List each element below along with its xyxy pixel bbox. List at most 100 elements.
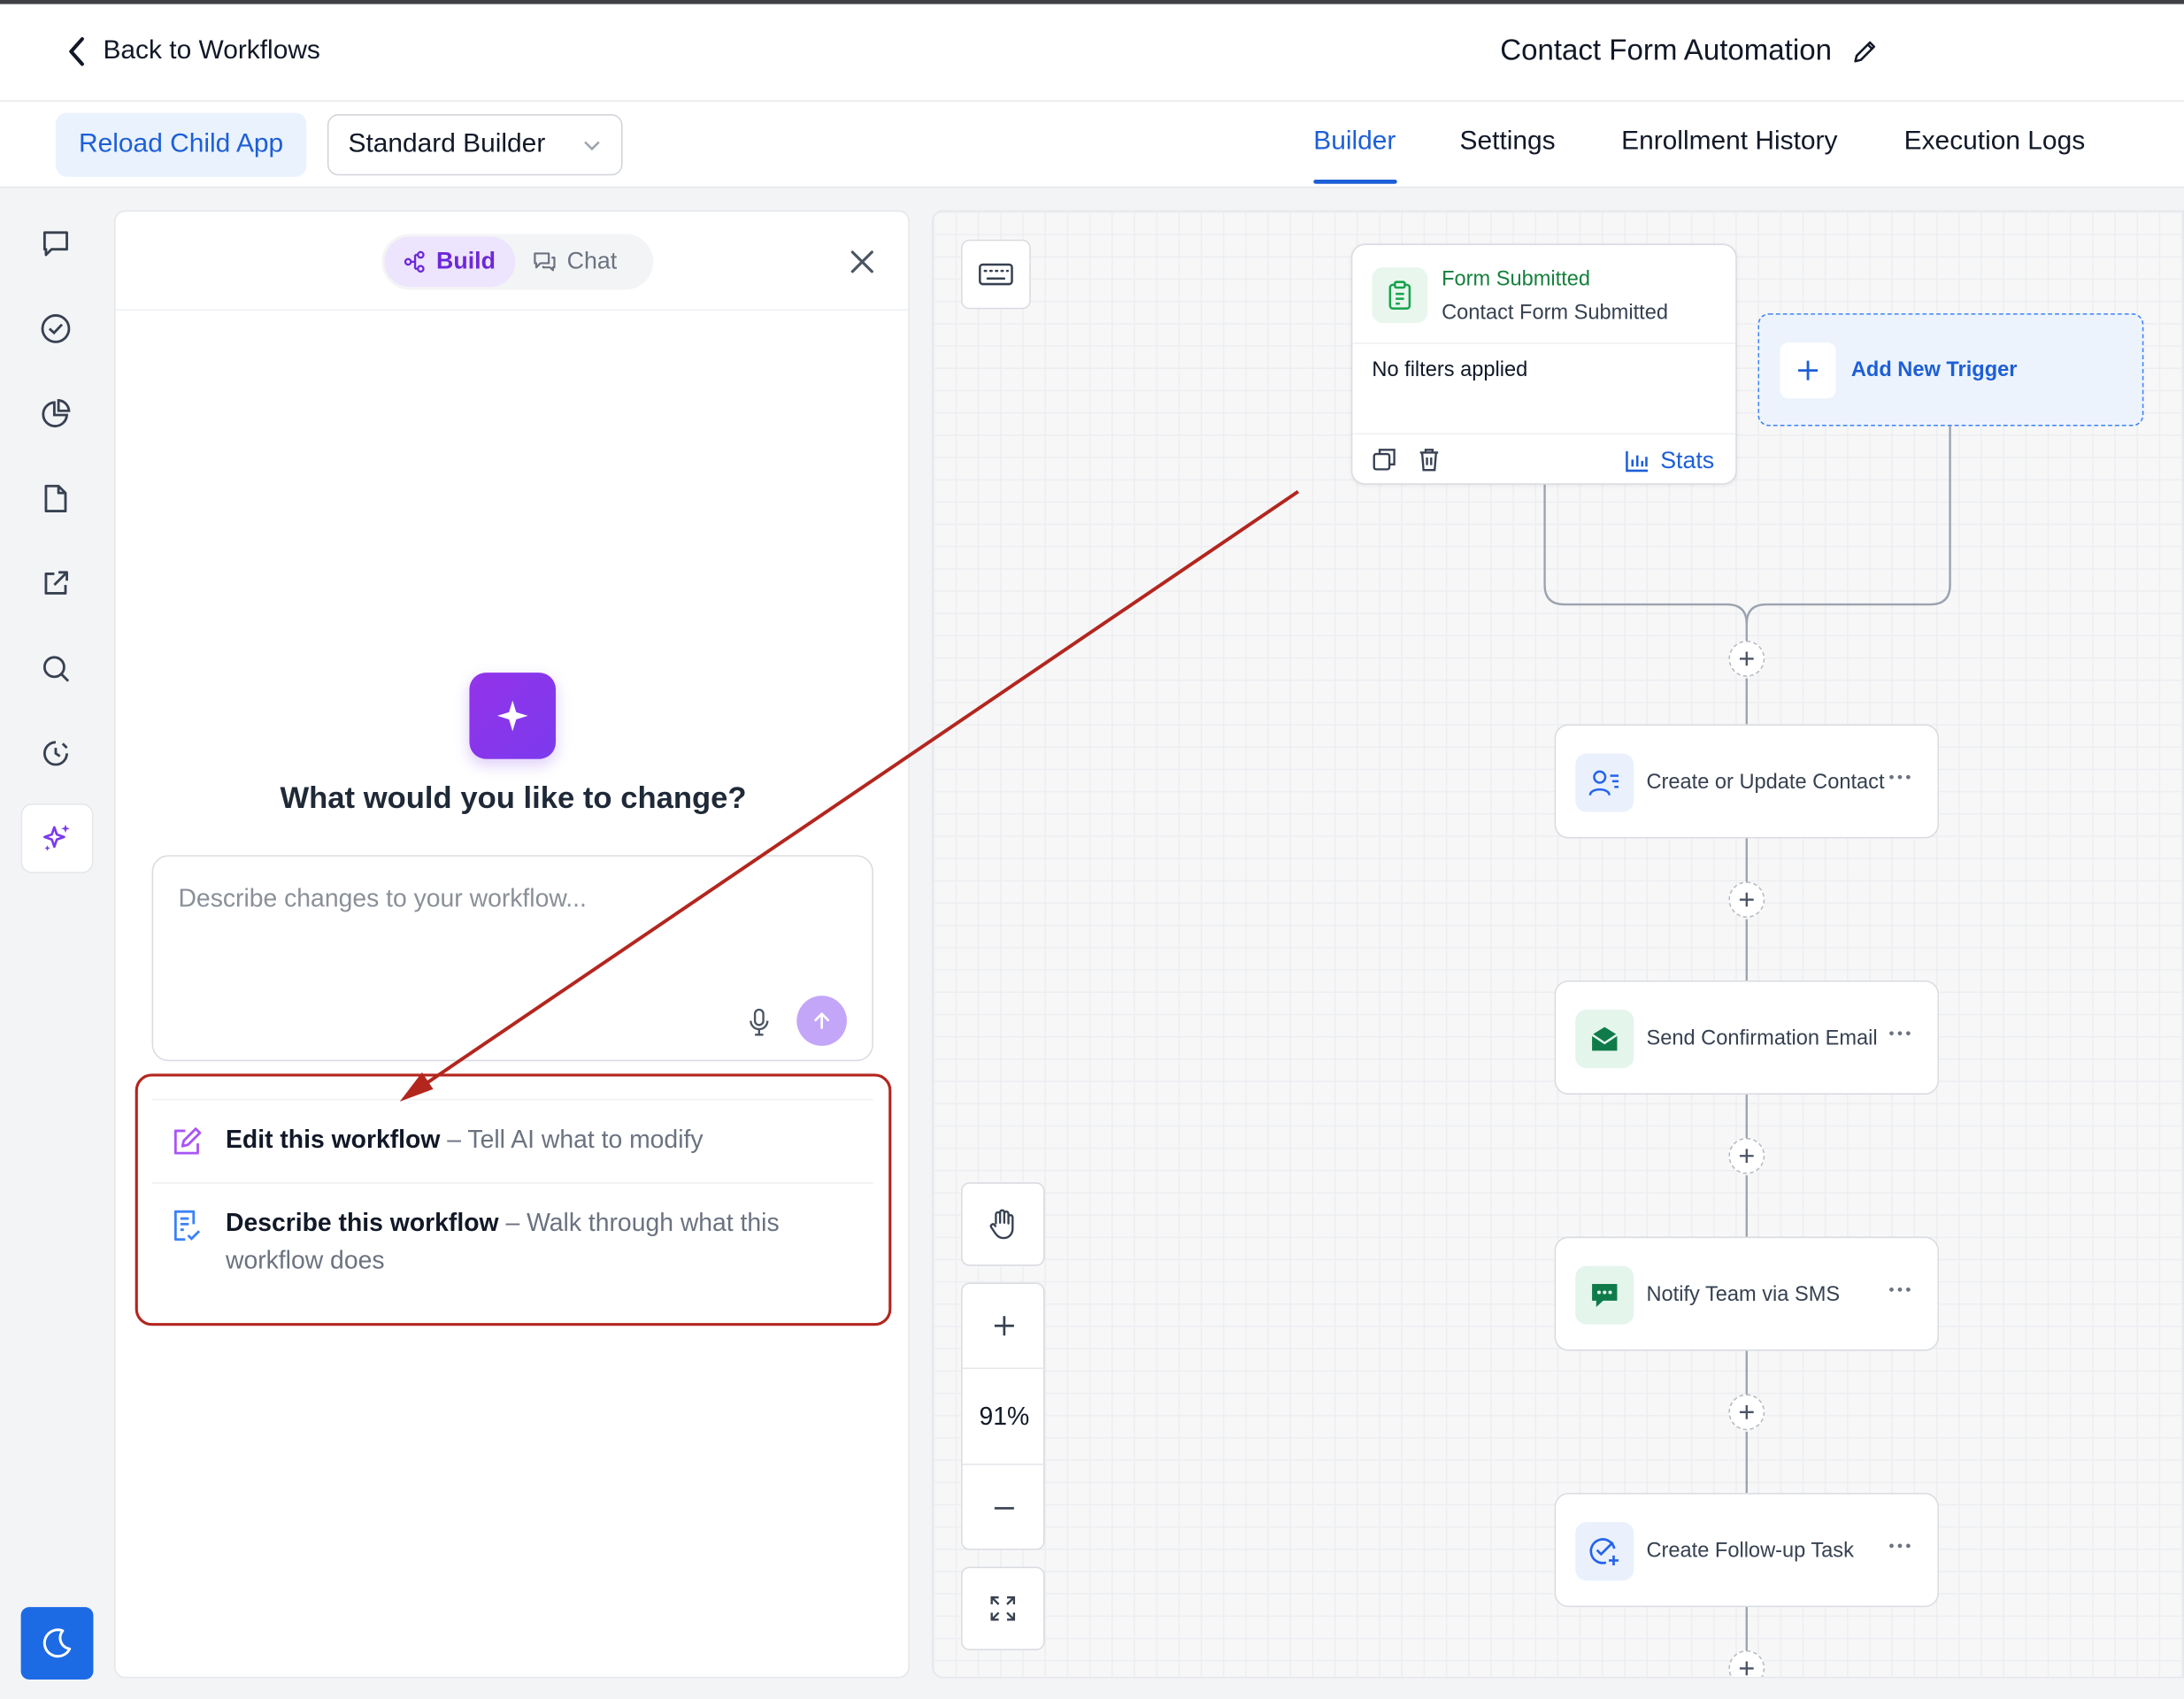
tab-builder[interactable]: Builder: [1313, 127, 1396, 158]
close-icon[interactable]: [845, 245, 879, 279]
expand-icon: [990, 1595, 1016, 1621]
plus-icon: [1739, 892, 1754, 907]
add-step-button[interactable]: [1728, 1137, 1765, 1174]
action-card-create-follow-up-task[interactable]: Create Follow-up Task: [1554, 1493, 1940, 1608]
chat-mode-tab[interactable]: Chat: [532, 237, 649, 288]
chat-bubble-icon[interactable]: [27, 216, 83, 272]
suggestion-describe-workflow[interactable]: Describe this workflow – Walk through wh…: [152, 1204, 863, 1288]
sms-icon: [1575, 1265, 1634, 1325]
add-step-button[interactable]: [1728, 881, 1765, 919]
add-new-trigger-label: Add New Trigger: [1850, 357, 2018, 382]
action-label: Notify Team via SMS: [1646, 1282, 1841, 1307]
sparkle-icon: [496, 700, 528, 732]
trash-icon[interactable]: [1418, 447, 1440, 472]
pan-mode-button[interactable]: [961, 1182, 1045, 1266]
ai-prompt-heading: What would you like to change?: [280, 780, 747, 815]
plus-icon: [1739, 1661, 1754, 1676]
chat-icon: [534, 252, 556, 272]
build-mode-tab[interactable]: Build: [384, 236, 516, 288]
ai-prompt-input[interactable]: [178, 884, 834, 982]
pie-chart-icon[interactable]: [27, 386, 83, 442]
action-card-notify-team-sms[interactable]: Notify Team via SMS: [1554, 1236, 1940, 1351]
action-card-create-update-contact[interactable]: Create or Update Contact: [1554, 724, 1940, 839]
add-new-trigger-button[interactable]: Add New Trigger: [1757, 313, 2144, 427]
tab-settings[interactable]: Settings: [1460, 127, 1556, 158]
action-label: Create or Update Contact: [1646, 770, 1885, 795]
zoom-level: 91%: [962, 1367, 1047, 1465]
builder-toolbar: Reload Child App Standard Builder Builde…: [0, 101, 2184, 188]
ai-prompt-box: [151, 855, 873, 1062]
flow-icon: [404, 250, 426, 273]
build-mode-label: Build: [436, 248, 496, 275]
left-sidebar: [0, 188, 112, 1699]
suggestion-desc: – Tell AI what to modify: [440, 1125, 704, 1154]
builder-mode-select[interactable]: Standard Builder: [327, 114, 623, 176]
trigger-name: Contact Form Submitted: [1442, 300, 1668, 325]
tab-execution-logs[interactable]: Execution Logs: [1904, 127, 2085, 158]
workflow-title-area: Contact Form Automation: [1500, 35, 1879, 68]
fit-to-screen-button[interactable]: [961, 1566, 1045, 1650]
pencil-edit-icon[interactable]: [1851, 37, 1879, 65]
action-card-send-confirmation-email[interactable]: Send Confirmation Email: [1554, 980, 1940, 1096]
suggestion-edit-workflow[interactable]: Edit this workflow – Tell AI what to mod…: [152, 1121, 863, 1196]
contact-icon: [1575, 753, 1634, 812]
external-link-icon[interactable]: [27, 556, 83, 611]
workflow-title: Contact Form Automation: [1500, 35, 1832, 67]
more-options-icon[interactable]: [1888, 773, 1912, 780]
trigger-divider: [1352, 433, 1736, 435]
more-options-icon[interactable]: [1888, 1541, 1912, 1549]
trigger-type: Form Submitted: [1442, 267, 1591, 291]
chevron-down-icon: [584, 141, 600, 151]
document-icon[interactable]: [27, 471, 83, 527]
ai-sparkles-icon[interactable]: [20, 803, 94, 873]
copy-icon[interactable]: [1372, 447, 1396, 472]
ai-sparkle-badge: [469, 673, 557, 759]
trigger-divider: [1352, 342, 1736, 344]
task-icon: [1575, 1522, 1634, 1581]
ai-assistant-panel: Build Chat What would you like to change…: [114, 210, 910, 1679]
stats-button[interactable]: Stats: [1624, 447, 1714, 474]
trigger-card[interactable]: Form Submitted Contact Form Submitted No…: [1350, 243, 1737, 485]
history-icon[interactable]: [27, 726, 83, 781]
microphone-icon[interactable]: [747, 1007, 772, 1038]
reload-child-app-button[interactable]: Reload Child App: [55, 112, 307, 177]
bar-chart-icon: [1626, 450, 1649, 473]
more-options-icon[interactable]: [1888, 1286, 1912, 1294]
search-icon[interactable]: [27, 641, 83, 696]
stats-label: Stats: [1660, 447, 1715, 474]
workflow-canvas[interactable]: Form Submitted Contact Form Submitted No…: [932, 210, 2184, 1679]
back-label: Back to Workflows: [103, 35, 320, 65]
add-step-button[interactable]: [1728, 640, 1765, 677]
mode-toggle: Build Chat: [381, 234, 654, 290]
suggestion-title: Describe this workflow: [225, 1209, 499, 1237]
ai-panel-header: Build Chat: [115, 211, 909, 311]
plus-icon: [1780, 342, 1836, 399]
suggestion-divider: [151, 1098, 873, 1101]
chat-mode-label: Chat: [566, 248, 618, 275]
more-options-icon[interactable]: [1888, 1029, 1912, 1037]
builder-mode-value: Standard Builder: [348, 129, 546, 159]
active-tab-indicator: [1313, 180, 1397, 184]
minus-icon: [994, 1507, 1014, 1510]
plus-icon: [1739, 651, 1754, 666]
add-step-button[interactable]: [1728, 1394, 1765, 1431]
zoom-in-button[interactable]: [963, 1284, 1046, 1367]
plus-icon: [1739, 1149, 1754, 1164]
hand-icon: [989, 1209, 1014, 1240]
chevron-left-icon: [69, 37, 84, 66]
document-check-icon: [173, 1210, 201, 1242]
check-circle-icon[interactable]: [27, 301, 83, 357]
clipboard-icon: [1372, 267, 1428, 324]
send-button[interactable]: [796, 996, 847, 1046]
plus-icon: [994, 1316, 1014, 1336]
back-to-workflows-link[interactable]: Back to Workflows: [67, 35, 320, 68]
edit-icon: [173, 1127, 202, 1155]
action-label: Send Confirmation Email: [1646, 1026, 1878, 1050]
plus-icon: [1739, 1404, 1754, 1419]
theme-toggle-button[interactable]: [20, 1607, 94, 1680]
arrow-up-icon: [814, 1012, 830, 1029]
tab-enrollment-history[interactable]: Enrollment History: [1621, 127, 1837, 158]
email-icon: [1575, 1010, 1634, 1069]
suggestion-divider: [151, 1182, 873, 1184]
zoom-out-button[interactable]: [963, 1465, 1046, 1552]
